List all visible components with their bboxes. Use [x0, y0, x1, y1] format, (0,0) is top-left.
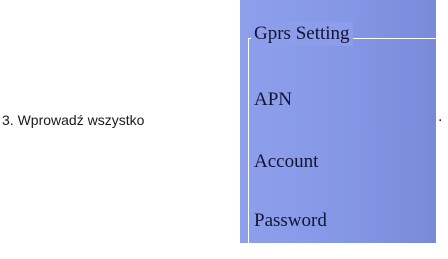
gprs-setting-panel: Gprs Setting APN Account Password — [240, 0, 448, 259]
instruction-text: 3. Wprowadź wszystko — [2, 112, 145, 128]
apn-label: APN — [254, 89, 293, 110]
account-label: Account — [254, 151, 319, 172]
group-title: Gprs Setting — [251, 22, 353, 46]
password-label: Password — [254, 210, 327, 231]
trailing-dot: . — [438, 108, 443, 125]
